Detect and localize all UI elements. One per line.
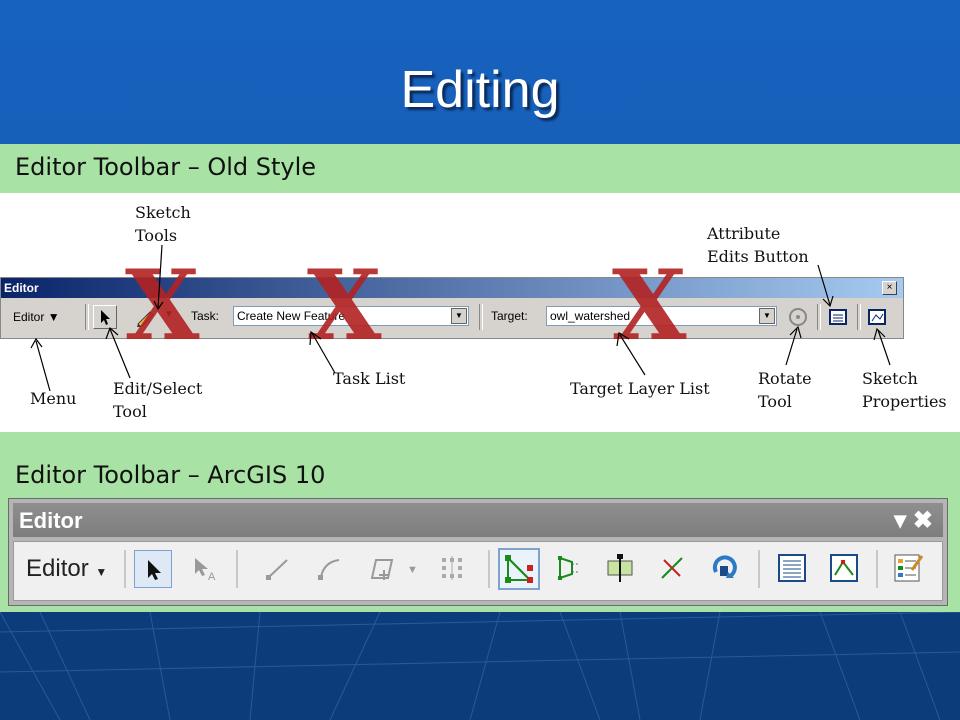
separator bbox=[236, 550, 238, 588]
cut-polygon-button[interactable] bbox=[602, 550, 640, 588]
straight-segment-button[interactable] bbox=[260, 550, 298, 588]
new-toolbar-titlebar: Editor ▾ ✖ bbox=[13, 503, 943, 537]
new-editor-toolbar: Editor ▾ ✖ Editor ▼ A ▼ bbox=[8, 498, 948, 606]
edit-vertices-icon bbox=[505, 555, 533, 583]
cut-polygons-button[interactable] bbox=[434, 550, 472, 588]
create-features-button[interactable] bbox=[890, 550, 928, 588]
new-toolbar-row: Editor ▼ A ▼ bbox=[13, 541, 943, 601]
annotation-edit-tool-button[interactable]: A bbox=[186, 550, 224, 588]
toolbar-options-close-icon[interactable]: ▾ ✖ bbox=[894, 506, 933, 535]
separator bbox=[124, 550, 126, 588]
old-style-heading: Editor Toolbar – Old Style bbox=[15, 153, 317, 181]
split-icon bbox=[661, 557, 683, 579]
callout-arrows bbox=[30, 244, 891, 392]
new-toolbar-title: Editor bbox=[19, 508, 83, 533]
new-editor-menu[interactable]: Editor ▼ bbox=[26, 555, 107, 583]
slide-title: Editing bbox=[400, 61, 560, 119]
cut-polygon-icon bbox=[607, 554, 633, 582]
chevron-down-icon: ▼ bbox=[95, 565, 108, 579]
end-point-arc-button[interactable] bbox=[312, 550, 350, 588]
chevron-down-icon[interactable]: ▼ bbox=[407, 564, 418, 576]
arrow-pointer-icon bbox=[148, 560, 161, 580]
rotate-icon bbox=[712, 555, 737, 578]
svg-text:A: A bbox=[208, 571, 216, 583]
attributes-table-icon bbox=[778, 554, 806, 582]
split-tool-button[interactable] bbox=[654, 550, 692, 588]
sketch-properties-icon bbox=[830, 554, 858, 582]
edit-tool-button[interactable] bbox=[134, 550, 172, 588]
reshape-feature-button[interactable] bbox=[550, 550, 588, 588]
create-features-icon bbox=[894, 554, 924, 582]
new-editor-menu-label: Editor bbox=[26, 555, 89, 582]
polygon-construct-icon bbox=[370, 559, 394, 580]
sketch-properties-button[interactable] bbox=[826, 550, 864, 588]
edit-vertices-button[interactable] bbox=[498, 548, 540, 590]
rotate-tool-button[interactable] bbox=[706, 550, 744, 588]
straight-segment-icon bbox=[266, 559, 288, 580]
background-lines bbox=[0, 612, 960, 720]
arc-segment-icon bbox=[318, 559, 340, 580]
old-style-band: Editor Toolbar – Old Style bbox=[0, 144, 960, 193]
separator bbox=[488, 550, 490, 588]
construction-tools-button[interactable] bbox=[364, 550, 402, 588]
separator bbox=[876, 550, 878, 588]
separator bbox=[758, 550, 760, 588]
arcgis10-heading: Editor Toolbar – ArcGIS 10 bbox=[15, 461, 326, 489]
attributes-button[interactable] bbox=[774, 550, 812, 588]
vertices-grid-icon bbox=[442, 556, 462, 580]
reshape-icon bbox=[558, 556, 580, 580]
annotation-edit-icon: A bbox=[195, 558, 216, 583]
